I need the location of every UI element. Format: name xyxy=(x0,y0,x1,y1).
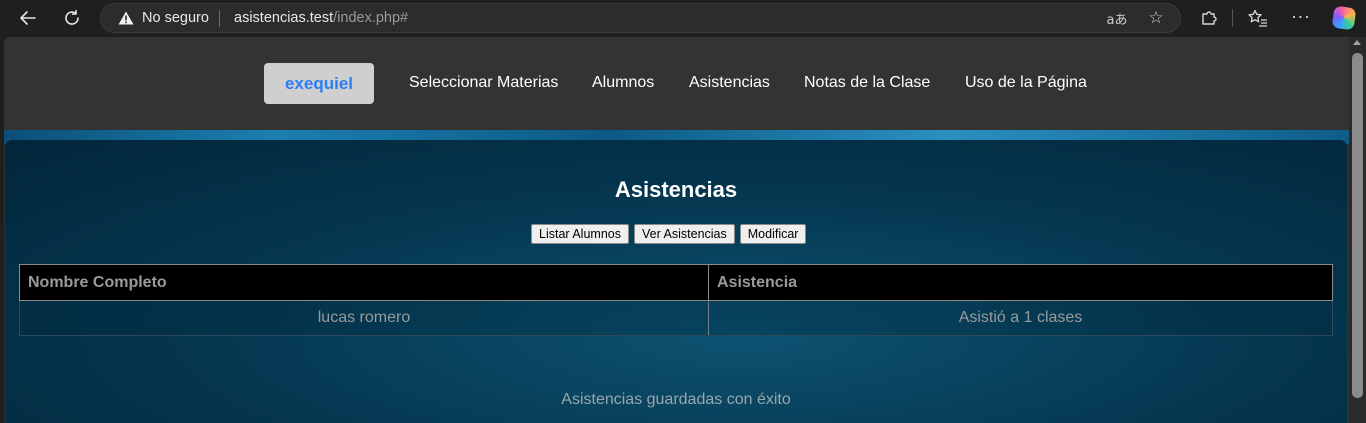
more-horizontal-icon[interactable]: ··· xyxy=(1286,4,1316,32)
scroll-thumb[interactable] xyxy=(1352,53,1363,398)
reload-icon[interactable] xyxy=(57,4,87,32)
column-header-asistencia: Asistencia xyxy=(708,264,1333,301)
scroll-up-arrow-icon[interactable] xyxy=(1353,40,1361,45)
ver-asistencias-button[interactable]: Ver Asistencias xyxy=(633,224,735,244)
page-title: Asistencias xyxy=(614,177,738,202)
listar-alumnos-button[interactable]: Listar Alumnos xyxy=(531,224,629,244)
vertical-scrollbar[interactable] xyxy=(1349,37,1366,423)
favorites-list-icon[interactable] xyxy=(1243,4,1273,32)
nav-link-alumnos[interactable]: Alumnos xyxy=(592,74,654,92)
user-button[interactable]: exequiel xyxy=(264,63,374,104)
nav-link-uso-de-la-pagina[interactable]: Uso de la Página xyxy=(965,74,1087,92)
url-text[interactable]: asistencias.test/index.php# xyxy=(234,10,408,26)
star-icon[interactable]: ☆ xyxy=(1144,7,1168,29)
puzzle-icon[interactable] xyxy=(1194,4,1224,32)
action-buttons: Listar Alumnos Ver Asistencias Modificar xyxy=(531,224,807,244)
page-viewport: exequiel Seleccionar Materias Alumnos As… xyxy=(4,37,1349,423)
cell-asistencia: Asistió a 1 clases xyxy=(708,300,1333,336)
browser-toolbar: No seguro asistencias.test/index.php# aあ… xyxy=(0,0,1366,37)
table-header-row: Nombre Completo Asistencia xyxy=(19,264,1333,301)
address-bar[interactable]: No seguro asistencias.test/index.php# aあ… xyxy=(100,3,1181,33)
nav-link-notas-de-la-clase[interactable]: Notas de la Clase xyxy=(804,74,930,92)
security-label[interactable]: No seguro xyxy=(142,10,209,26)
warning-triangle-icon[interactable] xyxy=(118,11,134,25)
table-row: lucas romero Asistió a 1 clases xyxy=(19,300,1333,336)
top-navigation: exequiel Seleccionar Materias Alumnos As… xyxy=(4,37,1349,130)
attendance-table: Nombre Completo Asistencia lucas romero … xyxy=(19,264,1333,336)
modificar-button[interactable]: Modificar xyxy=(739,224,807,244)
column-header-nombre: Nombre Completo xyxy=(19,264,709,301)
nav-link-seleccionar-materias[interactable]: Seleccionar Materias xyxy=(409,74,558,92)
main-panel: Asistencias Listar Alumnos Ver Asistenci… xyxy=(5,140,1347,423)
status-message: Asistencias guardadas con éxito xyxy=(561,391,791,408)
copilot-icon[interactable] xyxy=(1329,4,1359,32)
translate-icon[interactable]: aあ xyxy=(1105,7,1129,29)
cell-nombre: lucas romero xyxy=(19,300,709,336)
nav-link-asistencias[interactable]: Asistencias xyxy=(689,74,770,92)
url-host: asistencias.test xyxy=(234,10,334,26)
address-divider xyxy=(219,10,220,27)
toolbar-divider xyxy=(1232,9,1233,27)
url-path: /index.php# xyxy=(333,10,409,26)
back-arrow-icon[interactable] xyxy=(13,4,43,32)
